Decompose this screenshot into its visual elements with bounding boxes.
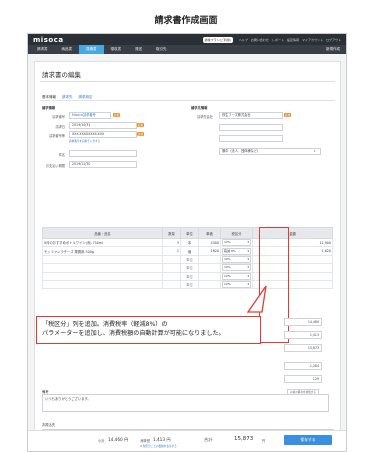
callout-line-1: 「税区分」列を追加。消費税率（軽減8%）の	[42, 321, 168, 328]
callout-line-2: パラメーターを追加し、消費税額の自動計算が可能になりました。	[42, 330, 225, 337]
annotation-callout: 「税区分」列を追加。消費税率（軽減8%）の パラメーターを追加し、消費税額の自動…	[36, 316, 261, 344]
callout-pointer	[246, 285, 267, 313]
